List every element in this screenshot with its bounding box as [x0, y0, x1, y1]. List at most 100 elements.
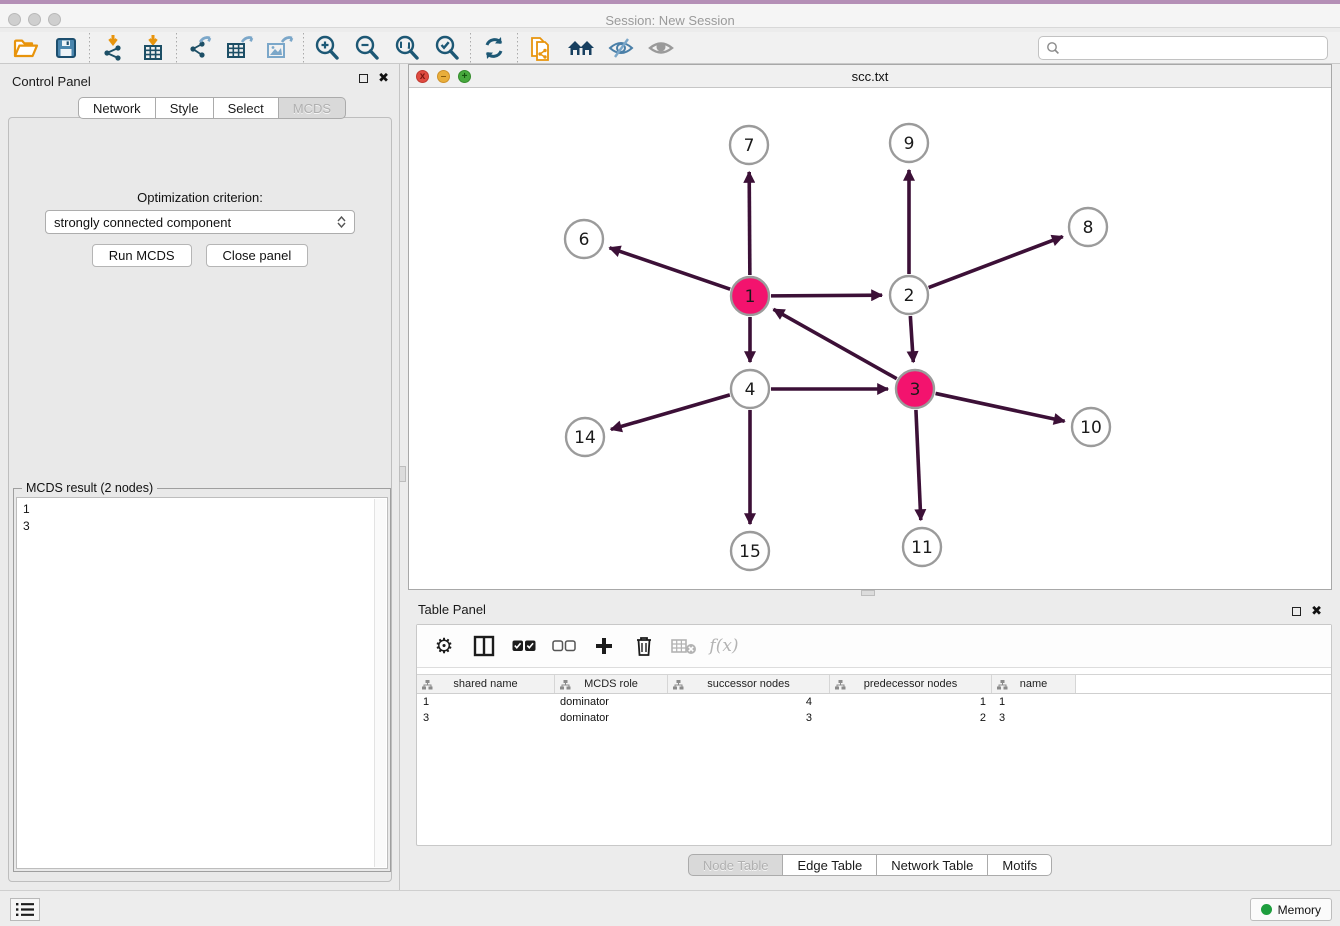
- table-header-row: shared nameMCDS rolesuccessor nodesprede…: [417, 674, 1331, 694]
- criterion-value: strongly connected component: [54, 215, 231, 230]
- table-toolbar: ⚙ f(x): [417, 625, 1331, 668]
- tab-edge-table[interactable]: Edge Table: [783, 854, 877, 876]
- edge-3-10[interactable]: [936, 393, 1065, 421]
- tab-network[interactable]: Network: [78, 97, 156, 119]
- zoom-in-icon[interactable]: [307, 33, 347, 63]
- eye-icon: [641, 33, 681, 63]
- table-cell[interactable]: 3: [417, 710, 555, 726]
- save-floppy-icon[interactable]: [46, 33, 86, 63]
- search-input[interactable]: [1061, 41, 1327, 55]
- control-panel-title: Control Panel: [12, 74, 91, 89]
- split-columns-icon[interactable]: [469, 631, 499, 661]
- tab-select[interactable]: Select: [214, 97, 279, 119]
- edge-1-6[interactable]: [610, 248, 731, 289]
- houses-icon[interactable]: [561, 33, 601, 63]
- add-column-icon[interactable]: [589, 631, 619, 661]
- control-panel-tabs: NetworkStyleSelectMCDS: [78, 97, 346, 119]
- network-view-window: x – + scc.txt 1234678910111415: [408, 64, 1332, 590]
- table-row[interactable]: 3dominator323: [417, 710, 1331, 726]
- edge-2-3[interactable]: [910, 316, 913, 362]
- memory-button[interactable]: Memory: [1250, 898, 1332, 921]
- tab-network-table[interactable]: Network Table: [877, 854, 988, 876]
- application-window: Session: New Session: [0, 0, 1340, 926]
- toolbar-separator: [470, 33, 471, 63]
- export-table-icon[interactable]: [220, 33, 260, 63]
- edge-1-2[interactable]: [771, 295, 882, 296]
- list-icon: [16, 902, 34, 917]
- graph-node-label-9: 9: [904, 134, 915, 154]
- refresh-icon[interactable]: [474, 33, 514, 63]
- toolbar-separator: [176, 33, 177, 63]
- column-header-MCDS-role[interactable]: MCDS role: [555, 675, 668, 693]
- close-table-panel-icon[interactable]: ✖: [1311, 606, 1322, 616]
- import-table-icon[interactable]: [133, 33, 173, 63]
- table-cell[interactable]: dominator: [555, 694, 668, 710]
- task-list-button[interactable]: [10, 898, 40, 921]
- tab-style[interactable]: Style: [156, 97, 214, 119]
- column-header-predecessor-nodes[interactable]: predecessor nodes: [830, 675, 992, 693]
- table-cell[interactable]: 3: [668, 710, 830, 726]
- graph-node-label-4: 4: [745, 380, 756, 400]
- edge-3-1[interactable]: [774, 309, 897, 378]
- table-cell[interactable]: 1: [417, 694, 555, 710]
- mcds-result-group: MCDS result (2 nodes) 1 3: [13, 488, 391, 872]
- export-image-icon[interactable]: [260, 33, 300, 63]
- column-header-shared-name[interactable]: shared name: [417, 675, 555, 693]
- toolbar-separator: [303, 33, 304, 63]
- search-field[interactable]: [1038, 36, 1328, 60]
- edge-3-11[interactable]: [916, 410, 921, 520]
- open-folder-icon[interactable]: [6, 33, 46, 63]
- result-scrollbar[interactable]: [374, 499, 386, 867]
- import-network-icon[interactable]: [93, 33, 133, 63]
- horizontal-splitter-grip[interactable]: [861, 590, 875, 596]
- tab-node-table[interactable]: Node Table: [688, 854, 784, 876]
- duplicate-network-icon[interactable]: [521, 33, 561, 63]
- zoom-fit-icon[interactable]: [387, 33, 427, 63]
- tab-motifs[interactable]: Motifs: [988, 854, 1052, 876]
- optimization-criterion-label: Optimization criterion:: [9, 190, 391, 205]
- deselect-checkboxes-icon[interactable]: [549, 631, 579, 661]
- table-cell[interactable]: dominator: [555, 710, 668, 726]
- table-cell[interactable]: 2: [830, 710, 992, 726]
- table-cell[interactable]: 1: [830, 694, 992, 710]
- edge-4-14[interactable]: [611, 395, 730, 430]
- edge-1-7[interactable]: [749, 172, 750, 275]
- close-panel-button[interactable]: Close panel: [206, 244, 309, 267]
- zoom-out-icon[interactable]: [347, 33, 387, 63]
- vertical-splitter-grip[interactable]: [399, 466, 406, 482]
- graph-node-label-14: 14: [574, 428, 596, 448]
- toolbar-separator: [89, 33, 90, 63]
- search-icon: [1045, 40, 1061, 56]
- node-table[interactable]: shared nameMCDS rolesuccessor nodesprede…: [417, 674, 1331, 726]
- edge-2-8[interactable]: [929, 237, 1063, 288]
- memory-status-icon: [1261, 904, 1272, 915]
- table-cell[interactable]: 3: [992, 710, 1076, 726]
- column-header-successor-nodes[interactable]: successor nodes: [668, 675, 830, 693]
- graph-node-label-15: 15: [739, 542, 761, 562]
- float-panel-icon[interactable]: [359, 74, 368, 83]
- mcds-result-box[interactable]: 1 3: [16, 497, 388, 869]
- gear-icon[interactable]: ⚙: [429, 631, 459, 661]
- close-panel-icon[interactable]: ✖: [378, 73, 389, 83]
- function-fx-icon: f(x): [709, 631, 739, 661]
- table-cell[interactable]: 1: [992, 694, 1076, 710]
- eye-slash-icon[interactable]: [601, 33, 641, 63]
- mcds-result-text: 1 3: [17, 498, 387, 538]
- control-panel: Control Panel ✖ Optimization criterion: …: [0, 64, 400, 890]
- tab-mcds[interactable]: MCDS: [279, 97, 346, 119]
- column-header-name[interactable]: name: [992, 675, 1076, 693]
- table-cell[interactable]: 4: [668, 694, 830, 710]
- network-canvas[interactable]: 1234678910111415: [409, 88, 1331, 589]
- select-all-checkboxes-icon[interactable]: [509, 631, 539, 661]
- criterion-select[interactable]: strongly connected component: [45, 210, 355, 234]
- titlebar: Session: New Session: [0, 0, 1340, 28]
- table-panel: Table Panel ✖ ⚙: [408, 597, 1332, 890]
- run-mcds-button[interactable]: Run MCDS: [92, 244, 192, 267]
- zoom-selected-icon[interactable]: [427, 33, 467, 63]
- table-row[interactable]: 1dominator411: [417, 694, 1331, 710]
- delete-table-icon: [669, 631, 699, 661]
- export-network-icon[interactable]: [180, 33, 220, 63]
- graph-node-label-2: 2: [904, 286, 915, 306]
- float-table-panel-icon[interactable]: [1292, 607, 1301, 616]
- delete-column-icon[interactable]: [629, 631, 659, 661]
